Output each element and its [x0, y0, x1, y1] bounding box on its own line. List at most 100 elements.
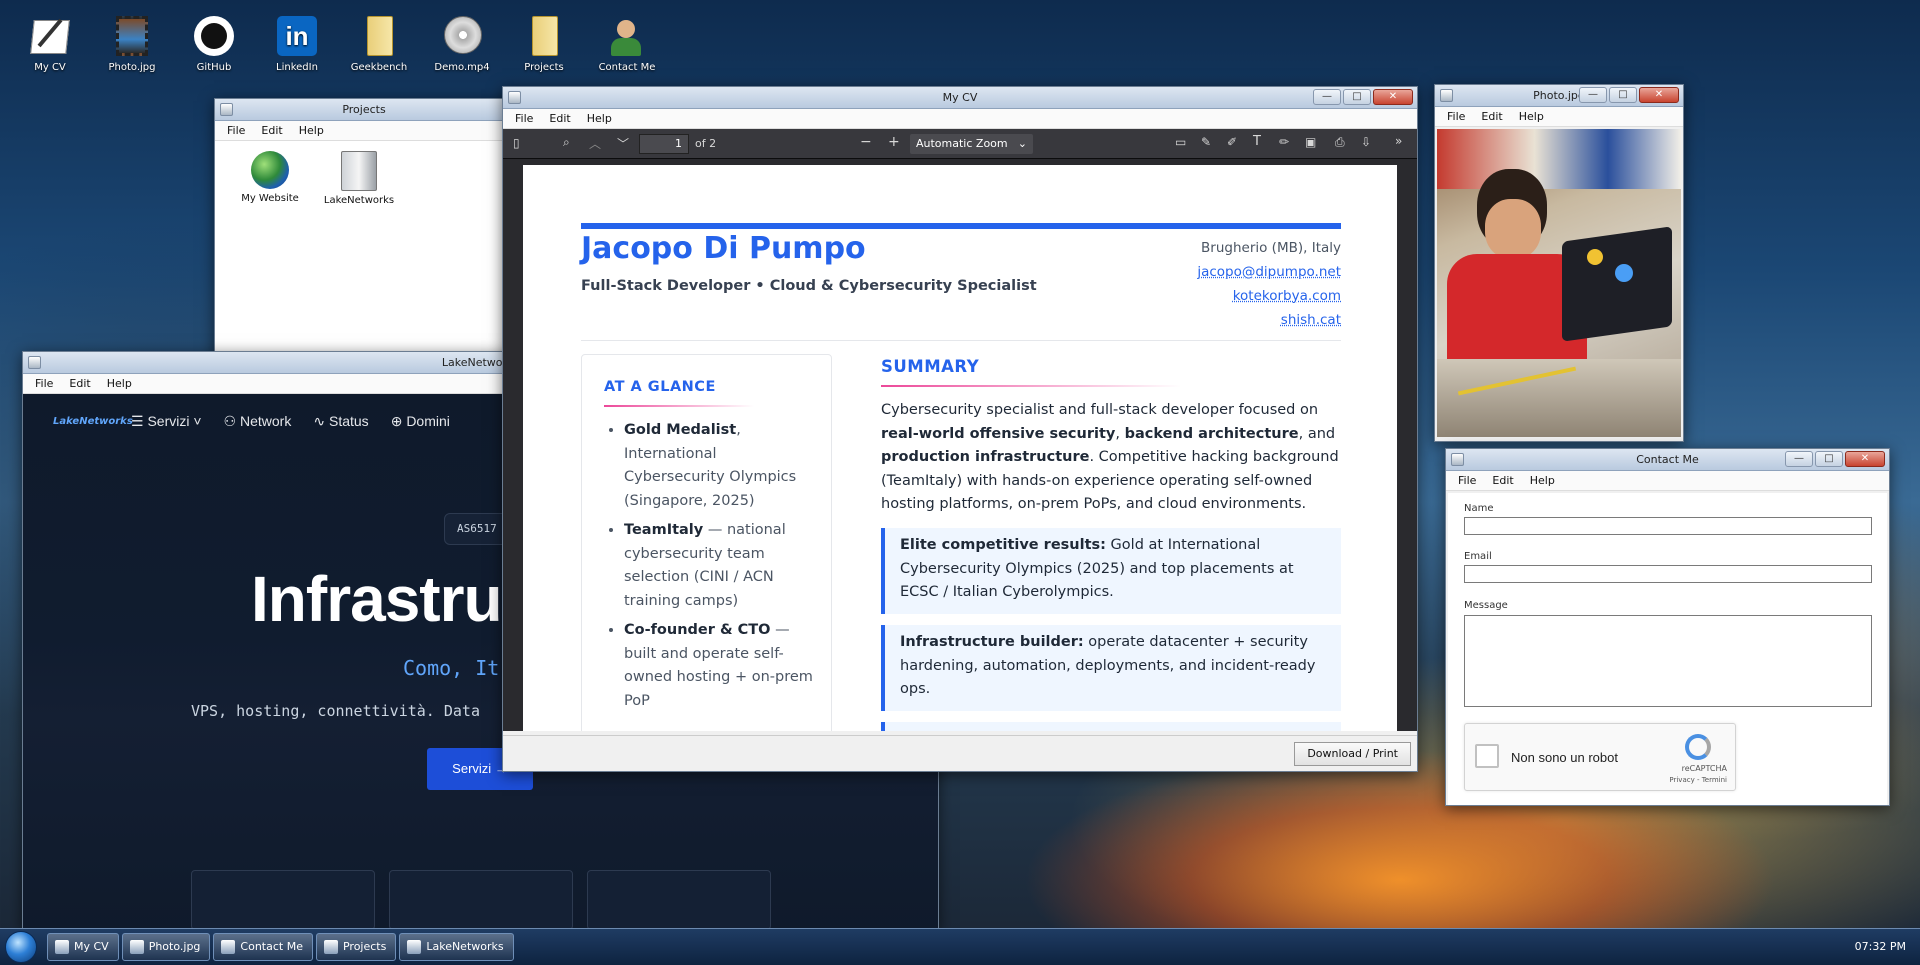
- highlight-icon[interactable]: ✐: [1227, 135, 1237, 149]
- name-field[interactable]: [1464, 517, 1872, 535]
- close-button[interactable]: ✕: [1639, 87, 1679, 103]
- menu-edit[interactable]: Edit: [1473, 107, 1510, 126]
- next-page-icon[interactable]: ﹀: [617, 135, 629, 152]
- zoom-out-icon[interactable]: −: [860, 134, 872, 150]
- menu-help[interactable]: Help: [291, 121, 332, 140]
- comment-icon[interactable]: ▭: [1175, 135, 1186, 149]
- email-label: Email: [1464, 551, 1492, 562]
- contact-menubar: File Edit Help: [1446, 471, 1889, 491]
- save-icon[interactable]: ⇩: [1361, 135, 1371, 149]
- menu-edit[interactable]: Edit: [61, 374, 98, 393]
- desktop-icon-photo[interactable]: Photo.jpg: [97, 14, 167, 73]
- cv-titlebar[interactable]: My CV — □ ✕: [503, 87, 1417, 109]
- text-tool-icon[interactable]: T: [1253, 134, 1261, 149]
- folder-icon: [323, 940, 338, 954]
- pdf-page: Jacopo Di Pumpo Full-Stack Developer • C…: [523, 165, 1397, 731]
- service-card[interactable]: [389, 870, 573, 930]
- minimize-button[interactable]: —: [1579, 87, 1607, 103]
- desktop-icon-my-cv[interactable]: My CV: [15, 14, 85, 73]
- contact-form: Name Email Message Non sono un robot reC…: [1448, 493, 1887, 805]
- maximize-button[interactable]: □: [1609, 87, 1637, 103]
- minimize-button[interactable]: —: [1785, 451, 1813, 467]
- maximize-button[interactable]: □: [1815, 451, 1843, 467]
- projects-titlebar[interactable]: Projects: [215, 99, 513, 121]
- desktop-icon-demo[interactable]: Demo.mp4: [427, 14, 497, 73]
- taskbar-item-photo[interactable]: Photo.jpg: [121, 933, 211, 961]
- taskbar-item-contact[interactable]: Contact Me: [213, 933, 313, 961]
- desktop-icon-github[interactable]: GitHub: [179, 14, 249, 73]
- lakenetworks-logo[interactable]: LakeNetworks: [53, 416, 133, 427]
- close-button[interactable]: ✕: [1373, 89, 1413, 105]
- email-field[interactable]: [1464, 565, 1872, 583]
- menu-edit[interactable]: Edit: [541, 109, 578, 128]
- menu-edit[interactable]: Edit: [253, 121, 290, 140]
- glance-item: Gold Medalist, International Cybersecuri…: [624, 419, 820, 513]
- menu-edit[interactable]: Edit: [1484, 471, 1521, 490]
- cv-email-link[interactable]: jacopo@dipumpo.net: [1197, 260, 1341, 284]
- nav-network[interactable]: ⚇ Network: [224, 413, 292, 430]
- nav-domini[interactable]: ⊕ Domini: [391, 413, 450, 430]
- desktop-icon-contact[interactable]: Contact Me: [592, 14, 662, 73]
- signature-icon[interactable]: ✎: [1201, 135, 1211, 149]
- projects-content: My Website LakeNetworks: [215, 141, 513, 359]
- cv-site-link[interactable]: kotekorbya.com: [1197, 284, 1341, 308]
- search-icon[interactable]: ⌕: [563, 135, 570, 150]
- zoom-in-icon[interactable]: +: [888, 134, 900, 150]
- cv-location: Brugherio (MB), Italy: [1201, 240, 1341, 256]
- highlight-box: [881, 722, 1341, 731]
- cv-window: My CV — □ ✕ File Edit Help ▯ ⌕ ︿ ﹀ 1 of 2 …: [502, 86, 1418, 772]
- prev-page-icon[interactable]: ︿: [589, 135, 601, 152]
- draw-icon[interactable]: ✏: [1279, 135, 1289, 149]
- desktop-icon-geekbench[interactable]: Geekbench: [344, 14, 414, 73]
- close-button[interactable]: ✕: [1845, 451, 1885, 467]
- recaptcha-links[interactable]: Privacy - Termini: [1669, 776, 1727, 784]
- menu-file[interactable]: File: [219, 121, 253, 140]
- menu-help[interactable]: Help: [99, 374, 140, 393]
- photo-titlebar[interactable]: Photo.jpg — □ ✕: [1435, 85, 1683, 107]
- clock[interactable]: 07:32 PM: [1855, 940, 1906, 953]
- nav-status[interactable]: ∿ Status: [313, 413, 368, 430]
- menu-help[interactable]: Help: [1511, 107, 1552, 126]
- hero-title: Infrastru: [251, 563, 503, 635]
- service-card[interactable]: [191, 870, 375, 930]
- film-photo-icon: [110, 14, 154, 58]
- page-number-input[interactable]: 1: [639, 134, 689, 154]
- windows-orb-icon: [5, 931, 37, 963]
- photo-icon: [129, 940, 144, 954]
- taskbar-item-my-cv[interactable]: My CV: [47, 933, 119, 961]
- folder-icon: [357, 14, 401, 58]
- cv-site-link[interactable]: shish.cat: [1197, 308, 1341, 332]
- start-button[interactable]: [0, 929, 44, 965]
- contact-titlebar[interactable]: Contact Me — □ ✕: [1446, 449, 1889, 471]
- nav-servizi[interactable]: ☰ Servizi ˅: [131, 413, 202, 430]
- print-icon[interactable]: ⎙: [1335, 135, 1345, 150]
- image-icon[interactable]: ▣: [1305, 135, 1316, 149]
- menu-file[interactable]: File: [507, 109, 541, 128]
- desktop-icon-linkedin[interactable]: in LinkedIn: [262, 14, 332, 73]
- desktop-icon-projects[interactable]: Projects: [509, 14, 579, 73]
- taskbar-item-projects[interactable]: Projects: [315, 933, 397, 961]
- menu-file[interactable]: File: [1450, 471, 1484, 490]
- taskbar-item-lakenetworks[interactable]: LakeNetworks: [399, 933, 514, 961]
- project-lakenetworks[interactable]: LakeNetworks: [319, 151, 399, 206]
- page-total: of 2: [695, 137, 717, 150]
- cv-accent-bar: [581, 223, 1341, 229]
- menu-file[interactable]: File: [27, 374, 61, 393]
- sidebar-toggle-icon[interactable]: ▯: [513, 136, 520, 150]
- taskbar: My CV Photo.jpg Contact Me Projects Lake…: [0, 928, 1920, 965]
- download-print-button[interactable]: Download / Print: [1294, 742, 1411, 766]
- menu-help[interactable]: Help: [579, 109, 620, 128]
- maximize-button[interactable]: □: [1343, 89, 1371, 105]
- project-my-website[interactable]: My Website: [235, 151, 305, 204]
- chevron-down-icon: ˅: [189, 413, 202, 429]
- minimize-button[interactable]: —: [1313, 89, 1341, 105]
- menu-help[interactable]: Help: [1522, 471, 1563, 490]
- recaptcha-checkbox[interactable]: [1475, 744, 1499, 768]
- message-textarea[interactable]: [1464, 615, 1872, 707]
- zoom-select[interactable]: Automatic Zoom ⌄: [910, 134, 1033, 154]
- service-card[interactable]: [587, 870, 771, 930]
- window-icon: [220, 103, 233, 116]
- grid-icon: ☰: [131, 413, 148, 429]
- more-tools-icon[interactable]: »: [1395, 134, 1402, 148]
- menu-file[interactable]: File: [1439, 107, 1473, 126]
